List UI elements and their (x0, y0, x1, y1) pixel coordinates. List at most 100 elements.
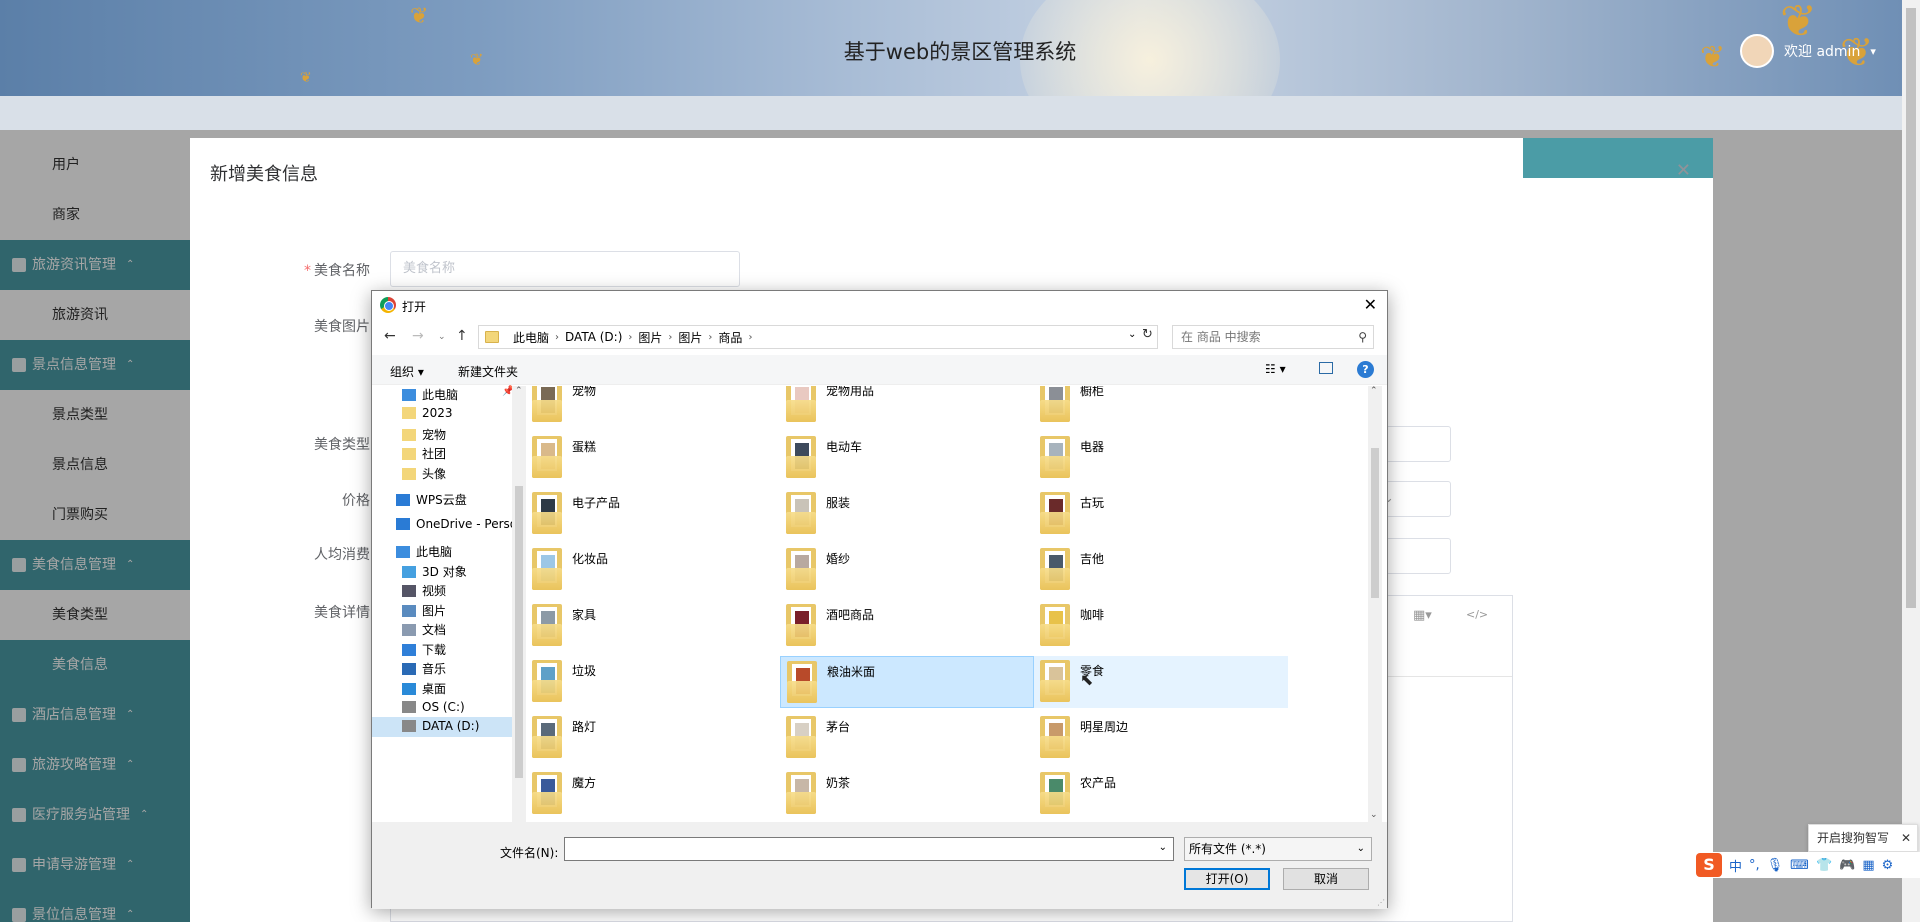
filename-input[interactable]: ⌄ (564, 837, 1174, 861)
folder-item[interactable]: 橱柜 (1034, 386, 1288, 428)
folder-item[interactable]: 零食 ⬉ (1034, 656, 1288, 708)
close-icon[interactable]: ✕ (1364, 295, 1377, 314)
punctuation-icon[interactable]: °, (1749, 858, 1760, 873)
folder-item[interactable]: 明星周边 (1034, 712, 1288, 764)
folder-item[interactable]: 粮油米面 (780, 656, 1034, 708)
folder-item[interactable]: 婚纱 (780, 544, 1034, 596)
close-icon[interactable]: ✕ (1901, 825, 1911, 851)
nav-pane-item[interactable]: WPS云盘 (396, 491, 467, 508)
resize-grip-icon[interactable]: ⋰ (1377, 898, 1385, 907)
folder-item[interactable]: 服装 (780, 488, 1034, 540)
scroll-up-icon[interactable]: ⌃ (1370, 386, 1378, 396)
nav-pane-item[interactable]: 视频 (402, 582, 446, 599)
folder-item[interactable]: 家具 (526, 600, 780, 652)
breadcrumb-item[interactable]: 图片 (672, 329, 708, 346)
ime-tip-text: 开启搜狗智写 (1817, 831, 1890, 845)
folder-item[interactable]: 农产品 (1034, 768, 1288, 820)
filetype-select[interactable]: 所有文件 (*.*) ⌄ (1184, 837, 1372, 861)
breadcrumb-item[interactable]: DATA (D:) (559, 330, 628, 344)
nav-pane-item[interactable]: 下载 (402, 641, 446, 658)
folder-item[interactable]: 宠物 (526, 386, 780, 428)
nav-pane-item[interactable]: 桌面 (402, 680, 446, 697)
folder-item[interactable]: 咖啡 (1034, 600, 1288, 652)
folder-item[interactable]: 吉他 (1034, 544, 1288, 596)
nav-pane-item[interactable]: 此电脑 📌 (402, 386, 514, 403)
recent-dropdown-icon[interactable]: ⌄ (438, 332, 446, 342)
avatar (1740, 34, 1774, 68)
cancel-button[interactable]: 取消 (1283, 868, 1369, 890)
folder-item[interactable]: 酒吧商品 (780, 600, 1034, 652)
nav-pane-item[interactable]: 图片 (402, 602, 446, 619)
ime-tooltip[interactable]: 开启搜狗智写 ✕ (1808, 824, 1918, 852)
microphone-icon[interactable]: 🎙 (1767, 858, 1784, 873)
table-icon[interactable]: ▦▾ (1413, 608, 1432, 623)
skin-icon[interactable]: 👕 (1816, 858, 1832, 873)
nav-pane-scrollbar[interactable]: ⌃ (512, 386, 526, 822)
chrome-icon (380, 297, 396, 313)
dialog-titlebar[interactable]: 打开 ✕ (372, 291, 1387, 319)
folder-item[interactable]: 路灯 (526, 712, 780, 764)
back-arrow-icon[interactable]: ← (384, 328, 396, 344)
forward-arrow-icon[interactable]: → (412, 328, 424, 344)
keyboard-icon[interactable]: ⌨ (1790, 858, 1809, 873)
chevron-right-icon[interactable]: › (748, 332, 752, 343)
refresh-icon[interactable]: ↻ (1142, 327, 1153, 342)
file-list-scrollbar[interactable]: ⌃ ⌄ (1368, 386, 1382, 822)
folder-icon (786, 716, 816, 758)
breadcrumb-item[interactable]: 商品 (712, 329, 748, 346)
breadcrumb-item[interactable]: 图片 (632, 329, 668, 346)
nav-pane-item[interactable]: 音乐 (402, 660, 446, 677)
scroll-down-icon[interactable]: ⌄ (1370, 810, 1378, 820)
folder-name: 路灯 (572, 720, 597, 734)
folder-item[interactable]: 魔方 (526, 768, 780, 820)
close-icon[interactable]: ✕ (1676, 160, 1691, 181)
folder-item[interactable]: 垃圾 (526, 656, 780, 708)
open-button[interactable]: 打开(O) (1184, 868, 1270, 890)
folder-item[interactable]: 化妆品 (526, 544, 780, 596)
nav-pane-item[interactable]: 3D 对象 (402, 563, 467, 580)
settings-icon[interactable]: ⚙ (1882, 858, 1894, 873)
nav-pane-item[interactable]: 此电脑 (396, 543, 452, 560)
chevron-down-icon[interactable]: ⌄ (1128, 329, 1136, 340)
code-icon[interactable]: </> (1466, 608, 1488, 621)
new-folder-button[interactable]: 新建文件夹 (458, 363, 518, 380)
folder-item[interactable]: 茅台 (780, 712, 1034, 764)
folder-item[interactable]: 古玩 (1034, 488, 1288, 540)
view-options-icon[interactable]: ☷ ▾ (1265, 362, 1286, 376)
breadcrumb-item[interactable]: 此电脑 (507, 329, 555, 346)
food-name-input[interactable]: 美食名称 (390, 251, 740, 287)
folder-item[interactable]: 电器 (1034, 432, 1288, 484)
chevron-down-icon[interactable]: ⌄ (1159, 842, 1167, 853)
folder-item[interactable]: 电子产品 (526, 488, 780, 540)
nav-pane-item[interactable]: 头像 (402, 465, 446, 482)
folder-icon (402, 447, 416, 460)
sogou-logo-icon[interactable]: S (1696, 853, 1722, 877)
folder-item[interactable]: 宠物用品 (780, 386, 1034, 428)
folder-item[interactable]: 蛋糕 (526, 432, 780, 484)
address-bar[interactable]: 此电脑 › DATA (D:) › 图片 › 图片 › 商品 › (478, 325, 1158, 349)
file-list: 宠物 宠物用品 橱柜蛋糕 电动车 电器电子产品 服装 古玩化妆品 婚纱 吉他家具 酒吧商品 咖啡垃圾… (526, 386, 1368, 822)
page-scrollbar[interactable] (1902, 0, 1920, 922)
help-icon[interactable]: ? (1357, 361, 1374, 378)
folder-name: 奶茶 (826, 776, 851, 790)
nav-pane-item[interactable]: 宠物 (402, 426, 446, 443)
nav-pane-item[interactable]: 社团 (402, 445, 446, 462)
scroll-up-icon[interactable]: ⌃ (515, 386, 523, 396)
nav-pane-item[interactable]: OS (C:) (402, 700, 465, 714)
gamepad-icon[interactable]: 🎮 (1839, 858, 1855, 873)
grid-icon[interactable]: ▦ (1862, 858, 1874, 873)
nav-pane-item[interactable]: 文档 (402, 621, 446, 638)
nav-pane-item[interactable]: DATA (D:) (402, 719, 479, 733)
folder-name: 古玩 (1080, 496, 1105, 510)
up-arrow-icon[interactable]: ↑ (456, 328, 468, 344)
ime-mode-toggle[interactable]: 中 (1729, 856, 1742, 875)
organize-menu[interactable]: 组织 ▾ (390, 363, 424, 380)
folder-item[interactable]: 奶茶 (780, 768, 1034, 820)
user-menu[interactable]: 欢迎 admin ▾ (1740, 34, 1876, 68)
preview-pane-icon[interactable] (1319, 362, 1333, 374)
video-icon (402, 584, 416, 597)
nav-pane-item[interactable]: OneDrive - Perso (396, 517, 517, 531)
nav-pane-item[interactable]: 2023 (402, 406, 453, 420)
search-input[interactable]: 在 商品 中搜索 ⚲ (1172, 325, 1374, 349)
folder-item[interactable]: 电动车 (780, 432, 1034, 484)
